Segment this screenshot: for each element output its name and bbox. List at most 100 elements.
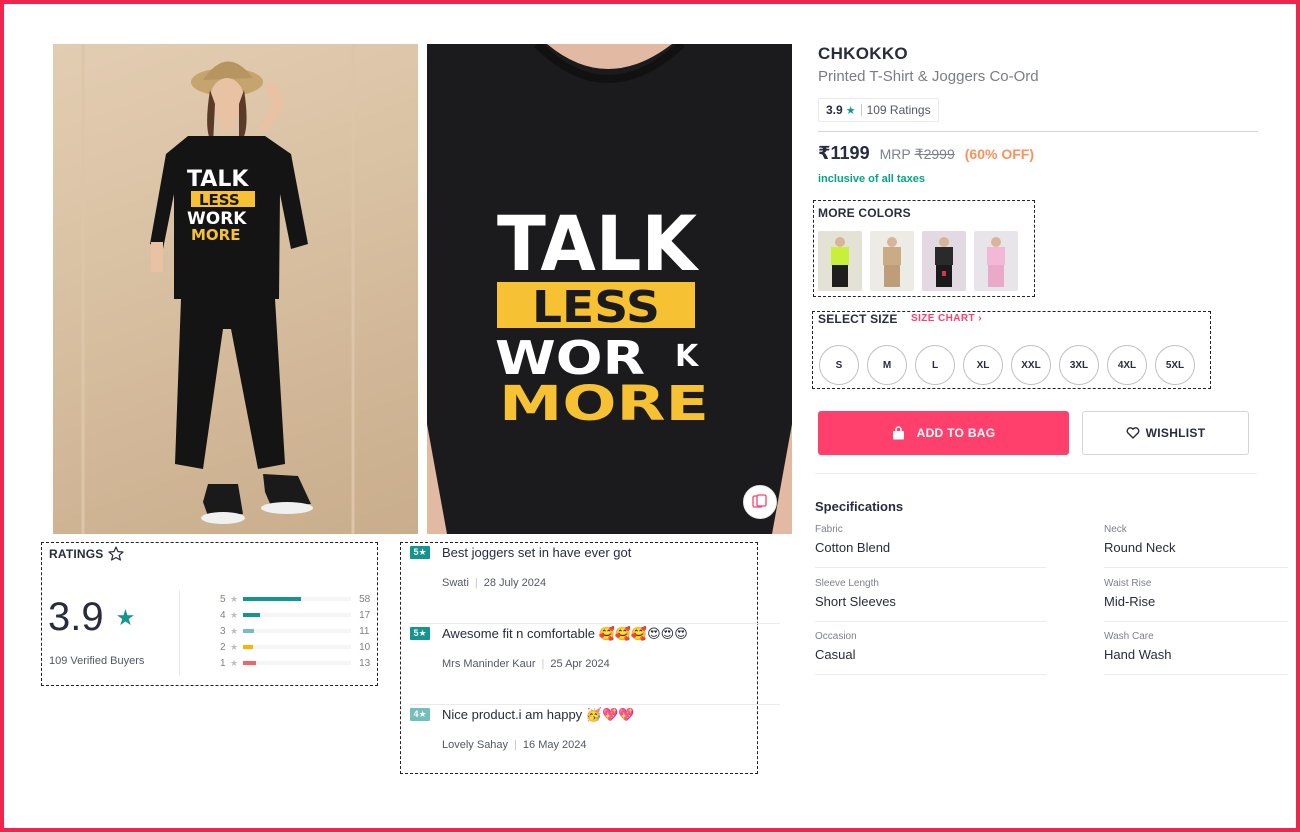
product-name: Printed T-Shirt & Joggers Co-Ord (818, 68, 1039, 85)
ratings-count: 109 Ratings (866, 103, 931, 117)
rating-separator (860, 104, 862, 116)
spec-label: Sleeve Length (815, 578, 879, 589)
similar-icon (752, 493, 768, 511)
review-date: 28 July 2024 (483, 577, 547, 589)
size-chart-link[interactable]: SIZE CHART › (911, 313, 982, 324)
product-image-full[interactable]: TALK LESS WORK MORE (53, 44, 418, 534)
model-illustration: TALK LESS WORK MORE (81, 44, 355, 534)
rating-level: 1 (220, 657, 226, 669)
svg-text:LESS: LESS (532, 282, 660, 333)
spec-value: Hand Wash (1104, 647, 1172, 662)
color-swatch-black[interactable] (922, 231, 966, 291)
divider (815, 473, 1257, 474)
add-to-bag-button[interactable]: ADD TO BAG (818, 411, 1069, 455)
rating-bar-3: 3 ★ 11 (220, 624, 372, 638)
size-option-xl[interactable]: XL (963, 345, 1003, 385)
reviews-section: 5★ Best joggers set in have ever got Swa… (400, 542, 780, 774)
verified-buyers: 109 Verified Buyers (49, 655, 145, 667)
rating-level: 3 (220, 625, 226, 637)
rating-bar-fill (243, 661, 256, 665)
review-rating-badge: 5★ (410, 546, 430, 559)
review-item: 5★ Awesome fit n comfortable 🥰🥰🥰😍😍😍 Mrs … (410, 624, 780, 705)
spec-neck: Neck Round Neck (1104, 524, 1288, 568)
rating-level: 2 (220, 641, 226, 653)
spec-value: Casual (815, 647, 856, 662)
size-option-3xl[interactable]: 3XL (1059, 345, 1099, 385)
review-date: 25 Apr 2024 (550, 658, 610, 670)
review-author: Mrs Maninder Kaur (442, 658, 536, 670)
divider (179, 590, 180, 676)
review-rating-badge: 5★ (410, 627, 430, 640)
spec-fabric: Fabric Cotton Blend (815, 524, 1046, 568)
ratings-title-label: RATINGS (49, 546, 104, 561)
star-icon: ★ (230, 657, 239, 668)
heart-icon (1126, 427, 1140, 439)
rating-count: 11 (359, 625, 370, 637)
star-icon: ★ (230, 593, 239, 604)
specifications-title: Specifications (815, 499, 904, 514)
review-text: Awesome fit n comfortable 🥰🥰🥰😍😍😍 (442, 626, 688, 641)
size-option-4xl[interactable]: 4XL (1107, 345, 1147, 385)
spec-value: Cotton Blend (815, 540, 891, 555)
svg-text:LESS: LESS (199, 191, 240, 209)
rating-bar-track (243, 645, 352, 649)
review-meta: Swati | 28 July 2024 (442, 577, 546, 589)
color-swatch-neon-green[interactable] (818, 231, 862, 291)
select-size-title: SELECT SIZE (818, 312, 898, 326)
select-size-section: SELECT SIZE SIZE CHART › S M L XL XXL 3X… (812, 311, 1211, 389)
star-outline-icon (107, 546, 124, 561)
rating-bar-fill (243, 613, 260, 617)
spec-sleeve-length: Sleeve Length Short Sleeves (815, 578, 1046, 622)
wishlist-button[interactable]: WISHLIST (1082, 411, 1249, 455)
tax-note: inclusive of all taxes (818, 173, 925, 185)
svg-text:MORE: MORE (499, 376, 709, 432)
brand-name[interactable]: CHKOKKO (818, 44, 908, 64)
spec-label: Occasion (815, 631, 857, 642)
view-similar-button[interactable] (743, 485, 777, 519)
spec-wash-care: Wash Care Hand Wash (1104, 631, 1288, 675)
rating-bar-track (243, 613, 352, 617)
size-option-5xl[interactable]: 5XL (1155, 345, 1195, 385)
rating-chip[interactable]: 3.9 ★ 109 Ratings (818, 98, 939, 122)
review-meta: Lovely Sahay | 16 May 2024 (442, 739, 587, 751)
spec-waist-rise: Waist Rise Mid-Rise (1104, 578, 1288, 622)
add-to-bag-label: ADD TO BAG (916, 426, 996, 440)
review-date: 16 May 2024 (522, 739, 587, 751)
spec-label: Wash Care (1104, 631, 1154, 642)
rating-count: 13 (359, 657, 371, 669)
ratings-title: RATINGS (49, 546, 124, 561)
star-icon: ★ (230, 625, 239, 636)
wishlist-label: WISHLIST (1145, 426, 1206, 440)
color-swatch-beige[interactable] (870, 231, 914, 291)
rating-bar-2: 2 ★ 10 (220, 640, 372, 654)
size-option-m[interactable]: M (867, 345, 907, 385)
size-option-s[interactable]: S (819, 345, 859, 385)
meta-separator: | (474, 577, 478, 589)
size-option-l[interactable]: L (915, 345, 955, 385)
spec-occasion: Occasion Casual (815, 631, 1046, 675)
rating-count: 58 (359, 593, 371, 605)
meta-separator: | (541, 658, 545, 670)
rating-count: 17 (359, 609, 371, 621)
color-swatch-pink[interactable] (974, 231, 1018, 291)
more-colors-section: MORE COLORS (813, 200, 1035, 297)
rating-count: 10 (359, 641, 371, 653)
spec-value: Short Sleeves (815, 594, 896, 609)
rating-bar-1: 1 ★ 13 (220, 656, 372, 670)
spec-label: Neck (1104, 524, 1127, 535)
svg-text:MORE: MORE (191, 226, 240, 244)
review-rating-badge: 4★ (410, 708, 430, 721)
rating-bar-5: 5 ★ 58 (220, 592, 372, 606)
spec-label: Fabric (815, 524, 843, 535)
selling-price: ₹1199 (818, 143, 870, 163)
size-chart-label: SIZE CHART (911, 313, 975, 324)
size-option-xxl[interactable]: XXL (1011, 345, 1051, 385)
review-meta: Mrs Maninder Kaur | 25 Apr 2024 (442, 658, 610, 670)
review-author: Swati (442, 577, 469, 589)
divider (818, 131, 1258, 132)
svg-text:TALK: TALK (187, 167, 249, 192)
rating-bar-track (243, 661, 352, 665)
average-rating: 3.9 ★ (48, 595, 135, 640)
review-item: 4★ Nice product.i am happy 🥳💖💖 Lovely Sa… (410, 705, 780, 786)
product-image-closeup[interactable]: TALK LESS WOR K MORE (427, 44, 792, 534)
